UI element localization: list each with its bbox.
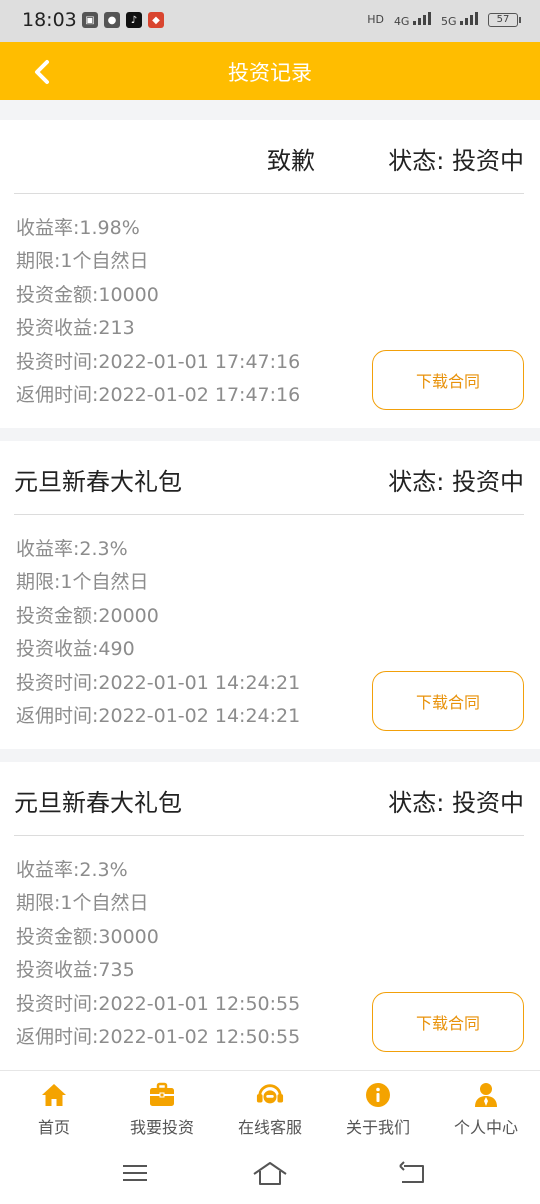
record-header: 元旦新春大礼包 状态: 投资中 — [14, 762, 524, 836]
yield-rate: 收益率:2.3% — [16, 859, 128, 881]
battery-icon: 57 — [488, 12, 521, 27]
wechat-notification-icon: ● — [104, 12, 120, 28]
investment-amount: 投资金额:10000 — [16, 283, 159, 306]
tab-label: 关于我们 — [345, 1118, 410, 1137]
menu-button[interactable] — [117, 1158, 153, 1188]
record-details: 收益率:1.98% 期限:1个自然日 投资金额:10000 投资收益:213 投… — [16, 212, 300, 412]
status-time: 18:03 — [22, 9, 77, 31]
download-contract-button[interactable]: 下载合同 — [372, 350, 524, 410]
tab-about-us[interactable]: 关于我们 — [324, 1071, 432, 1143]
investment-record-card: 元旦新春大礼包 状态: 投资中 收益率:2.3% 期限:1个自然日 投资金额:3… — [0, 762, 540, 1070]
network-4g-label: 4G — [393, 15, 410, 28]
tiktok-notification-icon: ♪ — [126, 12, 142, 28]
commission-return-time: 返佣时间:2022-01-02 14:24:21 — [16, 705, 301, 728]
tab-profile[interactable]: 个人中心 — [432, 1071, 540, 1143]
tab-label: 个人中心 — [453, 1118, 518, 1137]
home-icon — [40, 1081, 68, 1109]
commission-return-time: 返佣时间:2022-01-02 17:47:16 — [16, 384, 301, 407]
gallery-notification-icon: ▣ — [82, 12, 98, 28]
investment-income: 投资收益:213 — [16, 317, 135, 340]
user-icon — [472, 1081, 500, 1109]
list-spacer — [0, 100, 540, 120]
record-title: 致歉 — [267, 147, 315, 175]
status-indicators: HD 4G 5G 57 — [367, 11, 521, 28]
yield-rate: 收益率:1.98% — [16, 217, 140, 239]
investment-time: 投资时间:2022-01-01 14:24:21 — [16, 671, 301, 694]
home-button[interactable] — [252, 1158, 288, 1188]
tab-invest[interactable]: 我要投资 — [108, 1071, 216, 1143]
record-title: 元旦新春大礼包 — [14, 468, 182, 496]
record-status: 状态: 投资中 — [388, 468, 524, 496]
info-icon — [364, 1081, 392, 1109]
investment-time: 投资时间:2022-01-01 12:50:55 — [16, 992, 301, 1015]
hd-indicator: HD — [367, 13, 384, 26]
investment-record-list[interactable]: 致歉 状态: 投资中 收益率:1.98% 期限:1个自然日 投资金额:10000… — [0, 100, 540, 1070]
tab-customer-service[interactable]: 在线客服 — [216, 1071, 324, 1143]
investment-time: 投资时间:2022-01-01 17:47:16 — [16, 350, 301, 373]
tab-home[interactable]: 首页 — [0, 1071, 108, 1143]
tab-label: 我要投资 — [129, 1118, 194, 1137]
back-system-button[interactable] — [394, 1158, 430, 1188]
record-title: 元旦新春大礼包 — [14, 789, 182, 817]
term-period: 期限:1个自然日 — [16, 250, 149, 273]
record-header: 致歉 状态: 投资中 — [14, 120, 524, 194]
app-screen: 18:03 ▣ ● ♪ ◆ HD 4G 5G 57 投资记录 致歉 状态: 投资… — [0, 0, 540, 1204]
briefcase-icon — [148, 1081, 176, 1109]
investment-amount: 投资金额:30000 — [16, 925, 159, 948]
tab-label: 在线客服 — [237, 1118, 302, 1137]
record-header: 元旦新春大礼包 状态: 投资中 — [14, 441, 524, 515]
investment-income: 投资收益:735 — [16, 959, 135, 982]
signal-5g-icon: 5G — [441, 11, 478, 28]
investment-amount: 投资金额:20000 — [16, 604, 159, 627]
term-period: 期限:1个自然日 — [16, 892, 149, 915]
investment-record-card: 元旦新春大礼包 状态: 投资中 收益率:2.3% 期限:1个自然日 投资金额:2… — [0, 441, 540, 749]
download-contract-button[interactable]: 下载合同 — [372, 671, 524, 731]
tab-label: 首页 — [37, 1118, 70, 1137]
commission-return-time: 返佣时间:2022-01-02 12:50:55 — [16, 1026, 301, 1049]
headset-icon — [256, 1081, 284, 1109]
notification-icons: ▣ ● ♪ ◆ — [82, 12, 164, 28]
record-status: 状态: 投资中 — [388, 789, 524, 817]
page-title: 投资记录 — [228, 61, 312, 85]
signal-4g-icon: 4G — [394, 11, 431, 28]
term-period: 期限:1个自然日 — [16, 571, 149, 594]
yield-rate: 收益率:2.3% — [16, 538, 128, 560]
battery-level: 57 — [496, 13, 510, 25]
record-details: 收益率:2.3% 期限:1个自然日 投资金额:30000 投资收益:735 投资… — [16, 854, 300, 1054]
investment-income: 投资收益:490 — [16, 638, 135, 661]
home-outline-icon — [253, 1162, 287, 1185]
investment-record-card: 致歉 状态: 投资中 收益率:1.98% 期限:1个自然日 投资金额:10000… — [0, 120, 540, 428]
status-bar: 18:03 ▣ ● ♪ ◆ HD 4G 5G 57 — [0, 0, 540, 42]
app-notification-icon: ◆ — [148, 12, 164, 28]
record-details: 收益率:2.3% 期限:1个自然日 投资金额:20000 投资收益:490 投资… — [16, 533, 300, 733]
header-bar: 投资记录 — [0, 42, 540, 100]
network-5g-label: 5G — [440, 15, 457, 28]
menu-lines-icon — [123, 1165, 147, 1181]
list-spacer — [0, 749, 540, 762]
system-navigation-bar — [0, 1143, 540, 1204]
record-status: 状态: 投资中 — [388, 147, 524, 175]
bottom-tab-bar: 首页 我要投资 在线客服 关于我们 个人中心 — [0, 1070, 540, 1143]
back-arrow-icon — [399, 1161, 424, 1183]
download-contract-button[interactable]: 下载合同 — [372, 992, 524, 1052]
list-spacer — [0, 428, 540, 441]
